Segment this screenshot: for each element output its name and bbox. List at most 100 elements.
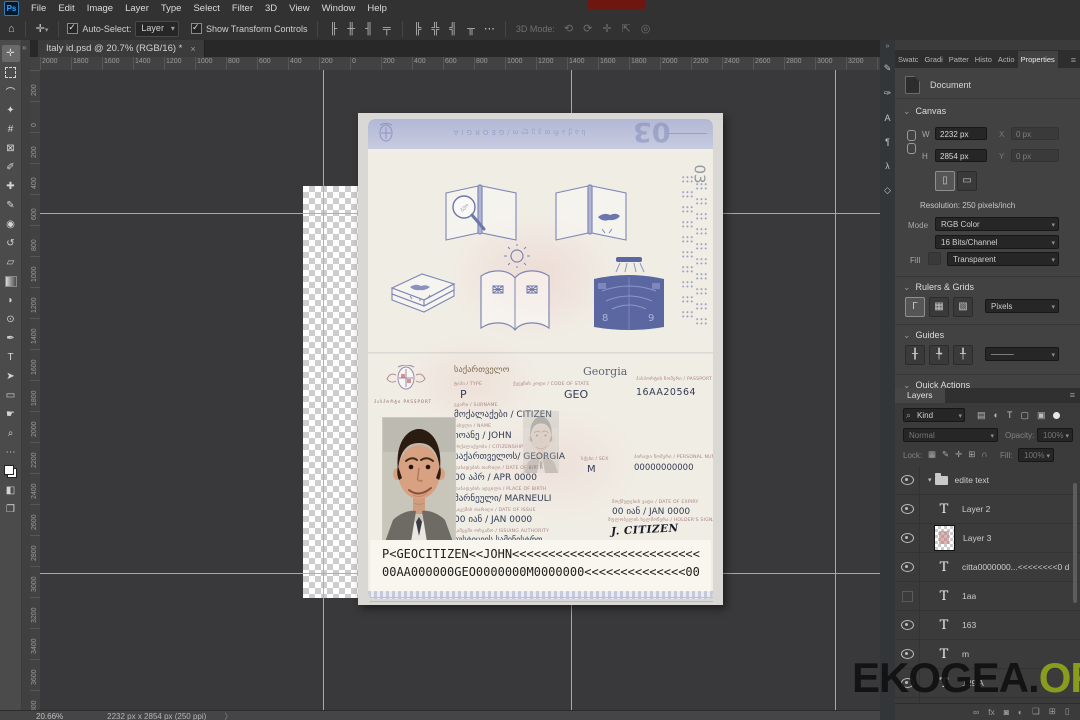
layers-tab[interactable]: Layers bbox=[895, 388, 945, 403]
horizontal-ruler[interactable]: 2000 1800 1600 1400 1200 1000 800 600 400 200 0 200… bbox=[40, 57, 880, 71]
menu-layer[interactable]: Layer bbox=[119, 0, 155, 17]
layer-name[interactable]: citta0000000...<<<<<<<<0 d bbox=[962, 562, 1069, 572]
layer-row[interactable]: ▾ edite text bbox=[895, 466, 1080, 495]
layer-filter-kind-dropdown[interactable]: Kind bbox=[903, 408, 965, 423]
eye-icon[interactable] bbox=[900, 504, 914, 514]
layer-effects-icon[interactable]: fx bbox=[984, 707, 1000, 717]
menu-file[interactable]: File bbox=[25, 0, 52, 17]
more-options-icon[interactable]: ⋯ bbox=[480, 22, 499, 35]
link-dimensions-icon[interactable] bbox=[907, 130, 916, 154]
new-layer-icon[interactable]: ⊞ bbox=[1044, 706, 1060, 717]
menu-3d[interactable]: 3D bbox=[259, 0, 283, 17]
layer-name[interactable]: edite text bbox=[955, 475, 990, 485]
clone-stamp-tool[interactable]: ◉ bbox=[2, 216, 20, 233]
eye-icon[interactable] bbox=[900, 620, 914, 630]
layer-name[interactable]: 1aa bbox=[962, 591, 976, 601]
auto-select-target-dropdown[interactable]: Layer bbox=[135, 20, 179, 37]
3d-pan-icon[interactable]: ✛ bbox=[597, 22, 616, 35]
crop-tool[interactable]: # bbox=[2, 121, 20, 138]
pixel-filter-icon[interactable]: ▤ bbox=[973, 410, 990, 421]
glyphs-panel-icon[interactable]: λ bbox=[885, 161, 890, 171]
menu-select[interactable]: Select bbox=[187, 0, 225, 17]
distribute-vertical-icon[interactable]: ╥ bbox=[462, 23, 480, 35]
3d-roll-icon[interactable]: ⟳ bbox=[578, 22, 597, 35]
healing-brush-tool[interactable]: ✚ bbox=[2, 178, 20, 195]
eye-icon[interactable] bbox=[900, 562, 914, 572]
layer-name[interactable]: Layer 3 bbox=[963, 533, 991, 543]
type-filter-icon[interactable]: T bbox=[1003, 410, 1017, 421]
layer-visibility-cell[interactable] bbox=[895, 582, 920, 610]
lock-paint-icon[interactable]: ✎ bbox=[939, 449, 952, 460]
3d-slide-icon[interactable]: ⇱ bbox=[617, 22, 636, 35]
object-selection-tool[interactable]: ✦ bbox=[2, 102, 20, 119]
blur-tool[interactable]: ◗ bbox=[2, 292, 20, 309]
shape-filter-icon[interactable]: ▢ bbox=[1016, 410, 1033, 421]
more-tools[interactable]: ⋯ bbox=[2, 444, 20, 461]
layer-row[interactable]: T 163 bbox=[895, 611, 1080, 640]
menu-edit[interactable]: Edit bbox=[52, 0, 80, 17]
guides-section-header[interactable]: Guides bbox=[903, 330, 945, 341]
color-swatches[interactable] bbox=[2, 463, 20, 480]
guide-vertical-3[interactable] bbox=[835, 70, 836, 710]
distribute-right-icon[interactable]: ╣ bbox=[444, 23, 462, 35]
ruler-corner[interactable] bbox=[30, 57, 40, 71]
zoom-tool[interactable]: ⌕ bbox=[2, 425, 20, 442]
align-horizontal-centers-icon[interactable]: ╫ bbox=[342, 23, 360, 35]
pen-tool[interactable]: ✒ bbox=[2, 330, 20, 347]
align-top-edges-icon[interactable]: ╤ bbox=[378, 23, 396, 35]
move-tool[interactable]: ✛ bbox=[1, 45, 20, 62]
fill-dropdown[interactable]: Transparent bbox=[947, 252, 1059, 266]
layer-name[interactable]: Layer 2 bbox=[962, 504, 990, 514]
guides-lock-icon[interactable]: ╄ bbox=[929, 345, 949, 365]
portrait-orientation-button[interactable]: ▯ bbox=[935, 171, 955, 191]
zoom-level[interactable]: 20.66% bbox=[36, 712, 63, 720]
guide-style-dropdown[interactable]: ──── bbox=[985, 347, 1059, 361]
layer-visibility-cell[interactable] bbox=[895, 553, 920, 581]
menu-image[interactable]: Image bbox=[81, 0, 119, 17]
3d-orbit-icon[interactable]: ⟲ bbox=[559, 22, 578, 35]
menu-filter[interactable]: Filter bbox=[226, 0, 259, 17]
lock-transparency-icon[interactable]: ▦ bbox=[925, 449, 939, 460]
expand-group-icon[interactable]: ▾ bbox=[928, 476, 932, 484]
gradient-tool[interactable] bbox=[2, 273, 20, 290]
menu-help[interactable]: Help bbox=[361, 0, 393, 17]
eye-off-icon[interactable] bbox=[901, 590, 913, 602]
expand-dock-icon[interactable]: » bbox=[886, 43, 890, 50]
distribute-left-icon[interactable]: ╠ bbox=[409, 23, 427, 35]
brush-settings-panel-icon[interactable]: ✑ bbox=[884, 88, 892, 99]
hand-tool[interactable]: ☛ bbox=[2, 406, 20, 423]
layer-visibility-cell[interactable] bbox=[895, 524, 920, 552]
screen-mode[interactable]: ❐ bbox=[2, 501, 20, 518]
auto-select-checkbox[interactable] bbox=[67, 22, 79, 34]
fill-swatch[interactable] bbox=[928, 252, 941, 265]
panel-tab-patter[interactable]: Patter bbox=[946, 51, 972, 68]
add-mask-icon[interactable]: ◙ bbox=[999, 707, 1013, 717]
eyedropper-tool[interactable]: ✐ bbox=[2, 159, 20, 176]
brush-tool[interactable]: ✎ bbox=[2, 197, 20, 214]
layer-visibility-cell[interactable] bbox=[895, 495, 920, 523]
eye-icon[interactable] bbox=[900, 533, 914, 543]
move-tool-options-icon[interactable]: ✛▾ bbox=[32, 22, 53, 35]
layer-row[interactable]: T Layer 2 bbox=[895, 495, 1080, 524]
delete-layer-icon[interactable]: ▯ bbox=[1060, 706, 1074, 717]
lock-move-icon[interactable]: ✛ bbox=[952, 449, 965, 460]
menu-type[interactable]: Type bbox=[155, 0, 188, 17]
bit-depth-dropdown[interactable]: 16 Bits/Channel bbox=[935, 235, 1059, 249]
rulers-grids-section-header[interactable]: Rulers & Grids bbox=[903, 282, 975, 293]
rectangle-tool[interactable]: ▭ bbox=[2, 387, 20, 404]
document-tab[interactable]: Italy id.psd @ 20.7% (RGB/16) * × bbox=[38, 40, 205, 57]
mode-dropdown[interactable]: RGB Color bbox=[935, 217, 1059, 231]
link-layers-icon[interactable]: ∞ bbox=[969, 707, 984, 717]
dodge-tool[interactable]: ⊙ bbox=[2, 311, 20, 328]
lock-artboard-icon[interactable]: ⊞ bbox=[965, 449, 978, 460]
eraser-tool[interactable]: ▱ bbox=[2, 254, 20, 271]
canvas-section-header[interactable]: Canvas bbox=[903, 106, 947, 117]
distribute-centers-icon[interactable]: ╬ bbox=[426, 23, 444, 35]
panel-tab-properties[interactable]: Properties bbox=[1017, 51, 1058, 68]
width-field[interactable]: 2232 px bbox=[935, 127, 987, 140]
guide-vertical-1[interactable] bbox=[323, 70, 324, 710]
path-select-tool[interactable]: ➤ bbox=[2, 368, 20, 385]
align-left-edges-icon[interactable]: ╟ bbox=[324, 23, 342, 35]
3d-zoom-icon[interactable]: ◎ bbox=[636, 22, 656, 35]
lasso-tool[interactable]: ⌒ bbox=[2, 83, 20, 100]
